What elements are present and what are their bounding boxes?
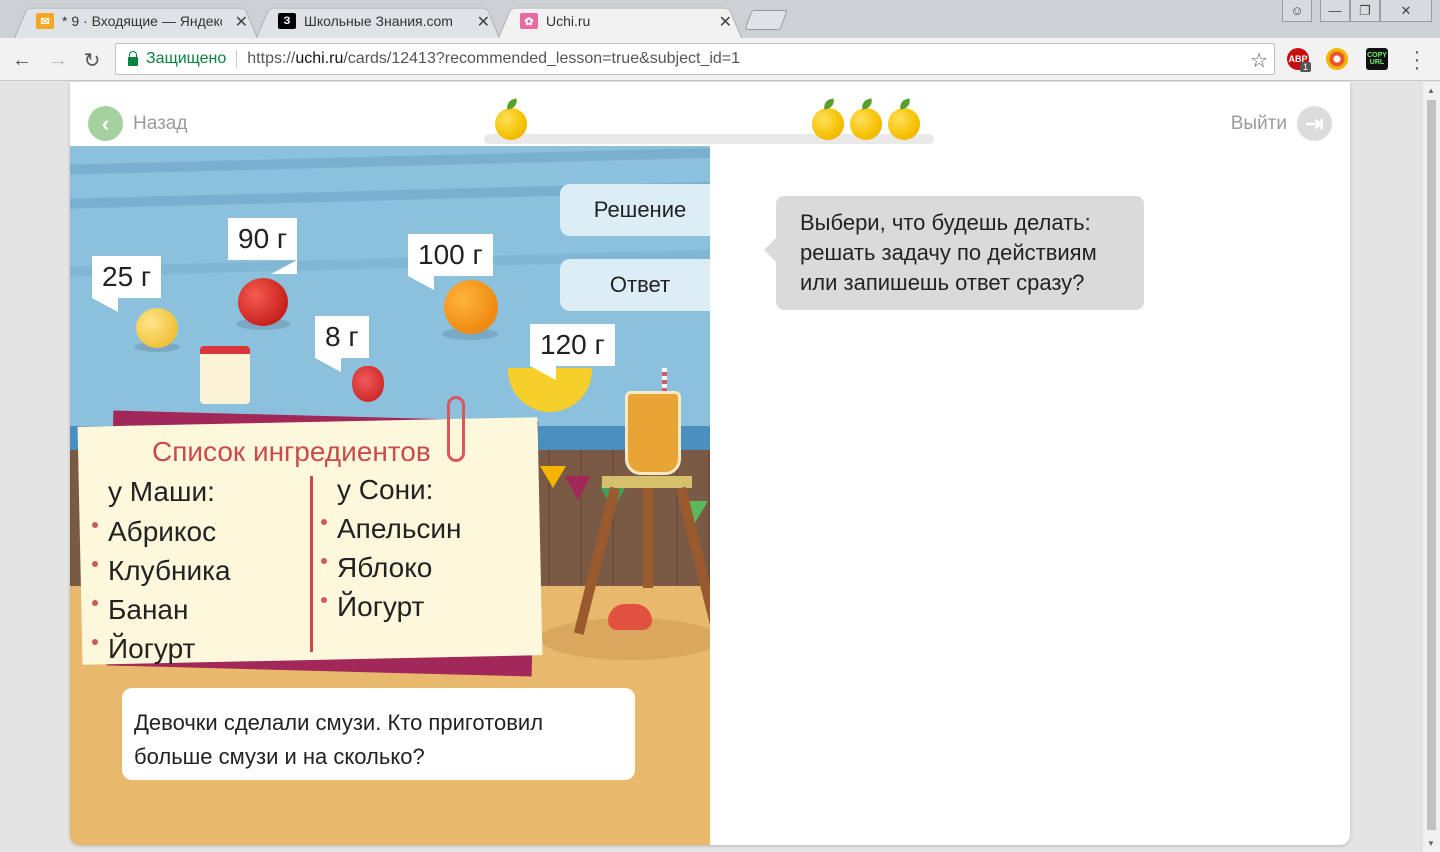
price-tag-orange: 100 г	[408, 234, 493, 290]
price-tag-apple: 90 г	[228, 218, 298, 274]
paperclip-icon	[447, 396, 465, 462]
close-icon[interactable]: ✕	[477, 12, 490, 32]
hint-line: или запишешь ответ сразу?	[800, 270, 1085, 295]
tab-label: Школьные Знания.com	[304, 13, 453, 29]
divider	[236, 50, 238, 68]
task-illustration: 25 г 90 г 100 г 8 г 120 г Решение Ответ …	[70, 146, 710, 845]
new-tab-button[interactable]	[744, 10, 788, 30]
vertical-scrollbar[interactable]: ▲ ▼	[1423, 82, 1440, 852]
bunting-flag	[565, 476, 591, 500]
price-tag-strawberry: 8 г	[315, 316, 369, 372]
close-icon[interactable]: ✕	[235, 12, 248, 32]
restore-button[interactable]: ❐	[1350, 0, 1380, 22]
list-item: Йогурт	[320, 591, 425, 622]
uchi-icon: ✿	[520, 13, 538, 29]
orange-icon	[888, 108, 920, 140]
back-button[interactable]: ‹ Назад	[88, 106, 187, 141]
tab-strip: ✉ * 9 · Входящие — Яндекс ✕ З Школьные З…	[0, 0, 1440, 38]
task-line: Девочки сделали смузи. Кто приготовил	[134, 710, 544, 735]
lock-icon	[128, 50, 138, 66]
list-item: Банан	[91, 594, 189, 625]
bunting-flag	[540, 466, 566, 488]
yogurt-cup-icon	[200, 346, 250, 404]
minimize-button[interactable]: —	[1320, 0, 1350, 22]
page-viewport: ‹ Назад Выйти ⇥ 25 г 90 г 100 г 8 г 120 …	[0, 82, 1440, 852]
answer-label: Ответ	[609, 272, 671, 297]
apricot-icon	[136, 308, 178, 348]
exit-icon: ⇥	[1297, 106, 1332, 141]
hint-line: Выбери, что будешь делать:	[800, 210, 1091, 235]
bookmark-star-icon[interactable]: ☆	[1250, 48, 1268, 73]
mail-icon: ✉	[36, 13, 54, 29]
url-prefix: https://	[247, 50, 296, 67]
price-label: 25 г	[102, 261, 152, 292]
answer-button[interactable]: Ответ	[560, 259, 710, 311]
back-arrow-icon[interactable]: ←	[8, 46, 36, 74]
task-line: больше смузи и на сколько?	[134, 744, 425, 769]
stool-leg	[643, 488, 653, 588]
exit-label: Выйти	[1230, 112, 1287, 134]
chevron-left-icon: ‹	[88, 106, 123, 141]
list-item: Клубника	[92, 555, 231, 586]
url-host: uchi.ru	[295, 50, 344, 67]
solution-button[interactable]: Решение	[560, 184, 710, 236]
forward-arrow-icon[interactable]: →	[44, 46, 72, 74]
znanija-icon: З	[278, 13, 296, 29]
profile-icon[interactable]: ☺	[1282, 0, 1312, 22]
url-path: /cards/12413?recommended_lesson=true&sub…	[343, 50, 741, 67]
address-bar[interactable]: Защищено https://uchi.ru/cards/12413?rec…	[115, 43, 1275, 75]
solution-label: Решение	[593, 197, 687, 222]
masha-heading: у Маши:	[108, 476, 215, 507]
ingredients-title: Список ингредиентов	[152, 436, 431, 467]
reload-icon[interactable]: ↻	[78, 46, 106, 74]
adblock-badge: 1	[1300, 62, 1312, 72]
close-icon[interactable]: ✕	[719, 12, 732, 32]
price-tag-banana: 120 г	[530, 324, 615, 380]
strawberry-icon	[352, 366, 384, 402]
hint-bubble: Выбери, что будешь делать: решать задачу…	[764, 196, 1144, 310]
price-tag-apricot: 25 г	[92, 256, 162, 312]
orange-fruit-icon	[444, 280, 498, 334]
list-item: Яблоко	[320, 552, 433, 583]
smoothie-jar	[625, 391, 681, 475]
stool	[602, 476, 692, 488]
apple-icon	[238, 278, 288, 326]
hint-line: решать задачу по действиям	[800, 240, 1097, 265]
secure-label: Защищено	[146, 50, 227, 67]
menu-icon[interactable]: · · ·	[1410, 42, 1424, 78]
extension-icon[interactable]	[1326, 48, 1348, 70]
tab-uchi[interactable]: ✿ Uchi.ru ✕	[498, 4, 742, 38]
exit-button[interactable]: Выйти ⇥	[1231, 106, 1332, 141]
task-text: Девочки сделали смузи. Кто приготовил бо…	[122, 688, 635, 780]
tab-znanija[interactable]: З Школьные Знания.com ✕	[256, 4, 500, 38]
list-item: Апельсин	[321, 513, 462, 544]
tab-label: Uchi.ru	[546, 13, 591, 29]
orange-icon	[495, 108, 527, 140]
scroll-down-icon[interactable]: ▼	[1427, 839, 1435, 848]
sonya-heading: у Сони:	[337, 474, 434, 505]
orange-icon	[812, 108, 844, 140]
copy-url-icon[interactable]: COPY URL	[1366, 48, 1388, 70]
price-label: 120 г	[540, 329, 605, 360]
list-item: Абрикос	[91, 516, 217, 547]
close-window-button[interactable]: ✕	[1380, 0, 1432, 22]
list-divider	[310, 476, 313, 652]
price-label: 100 г	[418, 239, 483, 270]
price-label: 8 г	[325, 321, 359, 352]
crab-icon	[608, 604, 652, 630]
tab-label: * 9 · Входящие — Яндекс	[62, 13, 222, 29]
copy-url-label: COPY URL	[1367, 52, 1387, 66]
browser-toolbar: ← → ↻ Защищено https://uchi.ru/cards/124…	[0, 38, 1440, 81]
scroll-up-icon[interactable]: ▲	[1427, 86, 1435, 95]
list-item: Йогурт	[91, 633, 196, 664]
orange-icon	[850, 108, 882, 140]
tab-yandex-mail[interactable]: ✉ * 9 · Входящие — Яндекс ✕	[14, 4, 258, 38]
back-label: Назад	[133, 112, 188, 134]
lesson-card: ‹ Назад Выйти ⇥ 25 г 90 г 100 г 8 г 120 …	[70, 82, 1350, 845]
price-label: 90 г	[238, 223, 288, 254]
scroll-thumb[interactable]	[1427, 100, 1436, 830]
